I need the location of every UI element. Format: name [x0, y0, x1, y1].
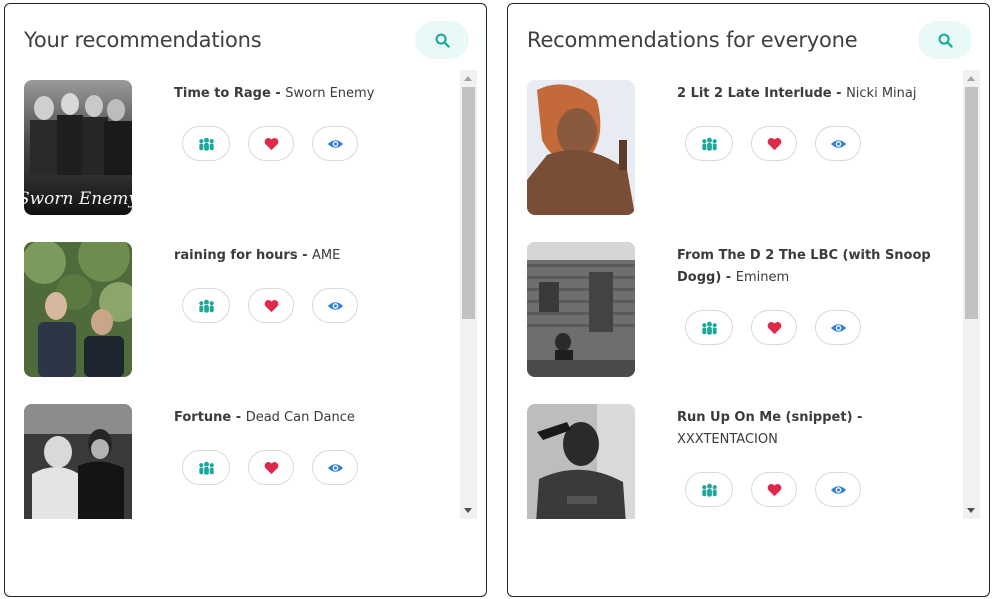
scroll-down-arrow-icon[interactable]: [967, 508, 975, 513]
eye-icon: [830, 323, 846, 332]
panel-title: Your recommendations: [24, 28, 262, 52]
album-cover: [24, 242, 132, 377]
search-button[interactable]: [918, 21, 972, 59]
track-artist: Nicki Minaj: [846, 86, 917, 101]
recommendation-list: 2 Lit 2 Late Interlude - Nicki Minaj Fro…: [527, 70, 982, 519]
track-artist: Sworn Enemy: [285, 86, 375, 101]
like-button[interactable]: [248, 288, 294, 323]
track-title: Fortune: [174, 410, 232, 425]
track-artist: XXXTENTACION: [677, 432, 778, 447]
album-cover: [527, 242, 635, 377]
view-button[interactable]: [312, 450, 358, 485]
view-button[interactable]: [815, 310, 861, 345]
track-artist: AME: [312, 248, 341, 263]
track-info: From The D 2 The LBC (with Snoop Dogg) -…: [677, 248, 931, 285]
group-button[interactable]: [182, 288, 230, 323]
list-item: Sworn Enemy Time to Rage - Sworn Enemy: [24, 70, 464, 215]
group-button[interactable]: [685, 310, 733, 345]
track-title: From The D 2 The LBC (with Snoop Dogg): [677, 248, 931, 285]
your-recommendations-panel: Your recommendations Sworn Enemy Time to…: [4, 3, 487, 597]
track-title: raining for hours: [174, 248, 298, 263]
recommendation-list: Sworn Enemy Time to Rage - Sworn Enemy: [24, 70, 479, 519]
like-button[interactable]: [751, 472, 797, 507]
view-button[interactable]: [815, 472, 861, 507]
album-cover: [527, 80, 635, 215]
scrollbar[interactable]: [460, 70, 477, 519]
track-info: Fortune - Dead Can Dance: [174, 410, 355, 425]
track-artist: Eminem: [735, 270, 790, 285]
heart-icon: [767, 483, 781, 496]
action-row: [685, 126, 861, 161]
track-info: Run Up On Me (snippet) - XXXTENTACION: [677, 410, 863, 447]
eye-icon: [830, 139, 846, 148]
recommendations-for-everyone-panel: Recommendations for everyone 2 Lit 2 Lat…: [507, 3, 990, 597]
heart-icon: [264, 299, 278, 312]
list-item: 2 Lit 2 Late Interlude - Nicki Minaj: [527, 70, 967, 215]
list-item: raining for hours - AME: [24, 232, 464, 377]
scrollbar-thumb[interactable]: [462, 87, 475, 319]
scroll-down-arrow-icon[interactable]: [464, 508, 472, 513]
action-row: [182, 450, 358, 485]
track-artist: Dead Can Dance: [245, 410, 355, 425]
scrollbar-thumb[interactable]: [965, 87, 978, 319]
track-title: 2 Lit 2 Late Interlude: [677, 86, 832, 101]
eye-icon: [327, 463, 343, 472]
action-row: [182, 288, 358, 323]
heart-icon: [264, 461, 278, 474]
album-cover: [527, 404, 635, 519]
group-button[interactable]: [685, 472, 733, 507]
action-row: [685, 310, 861, 345]
action-row: [182, 126, 358, 161]
heart-icon: [767, 321, 781, 334]
heart-icon: [767, 137, 781, 150]
like-button[interactable]: [751, 126, 797, 161]
group-button[interactable]: [182, 126, 230, 161]
group-button[interactable]: [685, 126, 733, 161]
view-button[interactable]: [312, 288, 358, 323]
album-cover: Sworn Enemy: [24, 80, 132, 215]
track-info: raining for hours - AME: [174, 248, 341, 263]
group-icon: [701, 483, 717, 497]
group-button[interactable]: [182, 450, 230, 485]
scroll-up-arrow-icon[interactable]: [464, 76, 472, 81]
search-icon: [938, 33, 953, 48]
view-button[interactable]: [312, 126, 358, 161]
group-icon: [198, 461, 214, 475]
panel-title: Recommendations for everyone: [527, 28, 858, 52]
album-cover: [24, 404, 132, 519]
list-item: Fortune - Dead Can Dance: [24, 394, 464, 519]
action-row: [685, 472, 861, 507]
list-item: From The D 2 The LBC (with Snoop Dogg) -…: [527, 232, 967, 377]
view-button[interactable]: [815, 126, 861, 161]
group-icon: [701, 321, 717, 335]
track-info: 2 Lit 2 Late Interlude - Nicki Minaj: [677, 86, 917, 101]
like-button[interactable]: [751, 310, 797, 345]
track-info: Time to Rage - Sworn Enemy: [174, 86, 375, 101]
group-icon: [198, 137, 214, 151]
like-button[interactable]: [248, 126, 294, 161]
group-icon: [198, 299, 214, 313]
eye-icon: [830, 485, 846, 494]
scroll-up-arrow-icon[interactable]: [967, 76, 975, 81]
search-icon: [435, 33, 450, 48]
eye-icon: [327, 301, 343, 310]
track-title: Run Up On Me (snippet): [677, 410, 853, 425]
group-icon: [701, 137, 717, 151]
scrollbar[interactable]: [963, 70, 980, 519]
eye-icon: [327, 139, 343, 148]
track-title: Time to Rage: [174, 86, 271, 101]
list-item: Run Up On Me (snippet) - XXXTENTACION: [527, 394, 967, 519]
like-button[interactable]: [248, 450, 294, 485]
cover-logo-text: Sworn Enemy: [24, 189, 132, 209]
heart-icon: [264, 137, 278, 150]
search-button[interactable]: [415, 21, 469, 59]
